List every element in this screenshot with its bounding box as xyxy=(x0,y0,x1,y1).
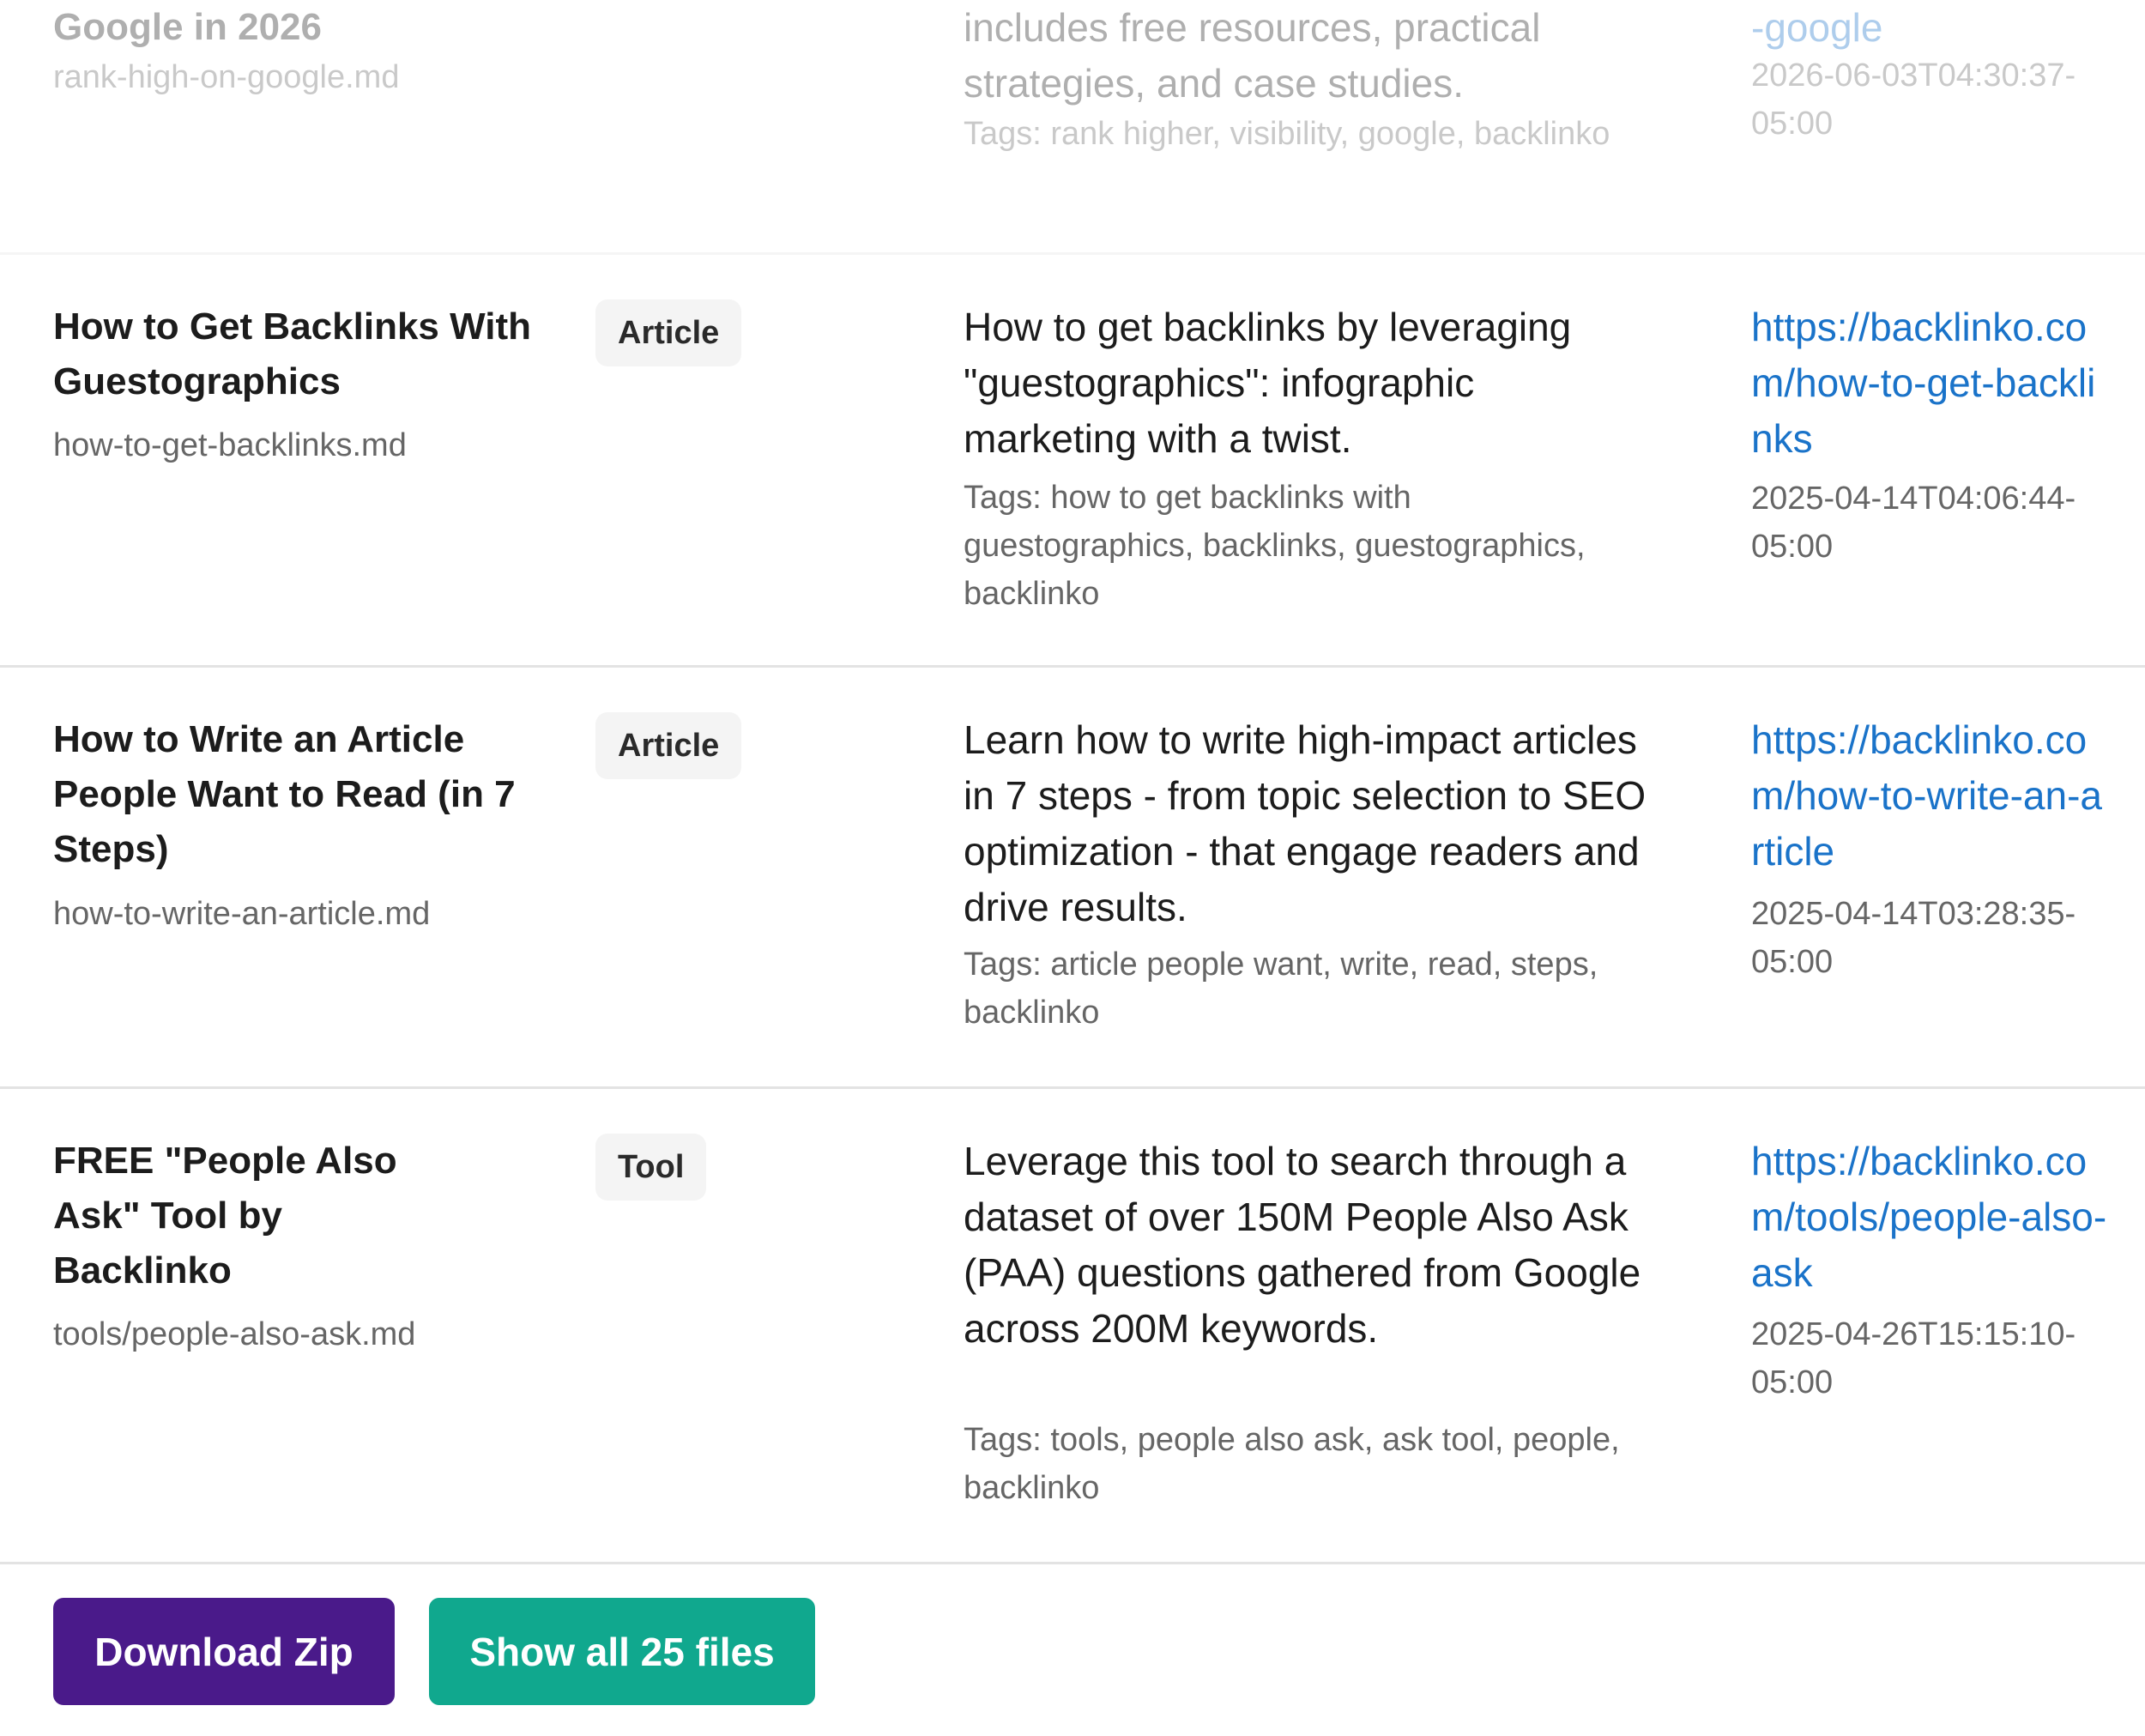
file-title[interactable]: FREE "People Also Ask" Tool by Backlinko xyxy=(53,1134,456,1298)
type-badge: Tool xyxy=(595,1134,707,1201)
file-row: How to Write an Article People Want to R… xyxy=(0,668,2145,1089)
file-description: includes free resources, practical strat… xyxy=(964,5,1541,106)
file-tags: Tags: article people want, write, read, … xyxy=(964,947,1598,1031)
file-url-link[interactable]: -google xyxy=(1751,0,2112,56)
file-description: How to get backlinks by leveraging "gues… xyxy=(964,305,1572,461)
type-badge: Article xyxy=(595,299,742,366)
file-url-link[interactable]: https://backlinko.com/how-to-get-backlin… xyxy=(1751,299,2112,467)
file-title[interactable]: How to Write an Article People Want to R… xyxy=(53,712,534,877)
file-tags: Tags: tools, people also ask, ask tool, … xyxy=(964,1422,1620,1506)
file-description: Learn how to write high-impact articles … xyxy=(964,717,1647,929)
file-row: How to Get Backlinks With Guestographics… xyxy=(0,255,2145,668)
type-badge: Article xyxy=(595,712,742,779)
file-list-page: Google in 2026 rank-high-on-google.md in… xyxy=(0,0,2145,1736)
file-row: Google in 2026 rank-high-on-google.md in… xyxy=(0,0,2145,255)
file-date: 2025-04-26T15:15:10-05:00 xyxy=(1751,1316,2076,1400)
file-title[interactable]: How to Get Backlinks With Guestographics xyxy=(53,299,534,409)
file-name: how-to-write-an-article.md xyxy=(53,896,431,932)
download-zip-button[interactable]: Download Zip xyxy=(53,1598,395,1705)
file-title: Google in 2026 xyxy=(53,6,322,48)
file-url-link[interactable]: https://backlinko.com/tools/people-also-… xyxy=(1751,1134,2112,1301)
file-description: Leverage this tool to search through a d… xyxy=(964,1139,1641,1351)
file-name: tools/people-also-ask.md xyxy=(53,1316,416,1352)
file-row: FREE "People Also Ask" Tool by Backlinko… xyxy=(0,1089,2145,1564)
file-name: how-to-get-backlinks.md xyxy=(53,427,407,463)
file-date: 2026-06-03T04:30:37-05:00 xyxy=(1751,57,2076,142)
file-tags: Tags: rank higher, visibility, google, b… xyxy=(964,116,1610,152)
file-date: 2025-04-14T04:06:44-05:00 xyxy=(1751,481,2076,565)
file-url-link[interactable]: https://backlinko.com/how-to-write-an-ar… xyxy=(1751,712,2112,880)
file-name: rank-high-on-google.md xyxy=(53,59,400,95)
file-tags: Tags: how to get backlinks with guestogr… xyxy=(964,480,1586,612)
show-all-files-button[interactable]: Show all 25 files xyxy=(429,1598,815,1705)
file-date: 2025-04-14T03:28:35-05:00 xyxy=(1751,896,2076,980)
